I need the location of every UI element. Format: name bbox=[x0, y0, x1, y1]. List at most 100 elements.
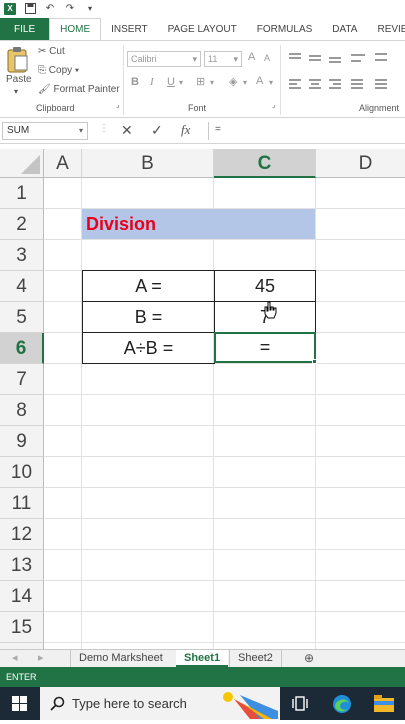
customize-toolbar-icon[interactable]: ▾ bbox=[84, 3, 96, 15]
sheet-tab-sheet2[interactable]: Sheet2 bbox=[229, 650, 282, 667]
paste-button[interactable]: Paste bbox=[6, 74, 32, 85]
bold-button[interactable]: B bbox=[131, 76, 139, 88]
tab-home[interactable]: HOME bbox=[49, 18, 102, 40]
grid-cell[interactable] bbox=[44, 302, 82, 333]
cell-c4[interactable]: 45 bbox=[214, 270, 316, 302]
tab-formulas[interactable]: FORMULAS bbox=[247, 18, 323, 40]
cell-b5[interactable]: B = bbox=[82, 301, 215, 333]
tab-insert[interactable]: INSERT bbox=[101, 18, 158, 40]
row-header-1[interactable]: 1 bbox=[0, 178, 44, 209]
clipboard-launcher-icon[interactable]: ⌟ bbox=[116, 101, 119, 109]
alignment-buttons[interactable] bbox=[287, 49, 405, 99]
sheet-tab-demo-marksheet[interactable]: Demo Marksheet bbox=[70, 650, 171, 667]
select-all-corner[interactable] bbox=[0, 149, 44, 178]
fill-color-icon[interactable]: ◈ bbox=[229, 75, 237, 88]
column-header-a[interactable]: A bbox=[44, 149, 82, 178]
grow-font-icon[interactable]: A bbox=[248, 51, 255, 63]
grid-cell[interactable] bbox=[82, 426, 214, 457]
grid-cell[interactable] bbox=[316, 426, 405, 457]
task-view-icon[interactable] bbox=[292, 696, 308, 716]
paste-icon[interactable] bbox=[6, 46, 30, 74]
grid-cell[interactable] bbox=[316, 395, 405, 426]
grid-cell[interactable] bbox=[44, 364, 82, 395]
grid-cell[interactable] bbox=[316, 488, 405, 519]
grid-cell[interactable] bbox=[214, 488, 316, 519]
grid-cell[interactable] bbox=[316, 271, 405, 302]
grid-cell[interactable] bbox=[82, 488, 214, 519]
grid-cell[interactable] bbox=[316, 209, 405, 240]
formula-input[interactable]: = bbox=[208, 122, 405, 140]
scroll-right-icon[interactable]: ▸ bbox=[30, 650, 52, 667]
grid-cell[interactable] bbox=[82, 178, 214, 209]
grid-cell[interactable] bbox=[82, 364, 214, 395]
grid-cell[interactable] bbox=[44, 488, 82, 519]
borders-icon[interactable]: ⊞ bbox=[196, 75, 205, 88]
row-header-8[interactable]: 8 bbox=[0, 395, 44, 426]
cell-b4[interactable]: A = bbox=[82, 270, 215, 302]
grid-cell[interactable] bbox=[82, 395, 214, 426]
shrink-font-icon[interactable]: A bbox=[264, 53, 270, 63]
grid-cell[interactable] bbox=[44, 550, 82, 581]
grid-cell[interactable] bbox=[82, 240, 214, 271]
grid-cell[interactable] bbox=[214, 395, 316, 426]
row-header-6[interactable]: 6 bbox=[0, 333, 44, 364]
column-header-b[interactable]: B bbox=[82, 149, 214, 178]
grid-cell[interactable] bbox=[44, 395, 82, 426]
grid-cell[interactable] bbox=[82, 550, 214, 581]
row-header-5[interactable]: 5 bbox=[0, 302, 44, 333]
grid-cell[interactable] bbox=[316, 581, 405, 612]
grid-cell[interactable] bbox=[214, 240, 316, 271]
grid-cell[interactable] bbox=[44, 426, 82, 457]
save-icon[interactable] bbox=[24, 3, 36, 15]
font-color-icon[interactable]: A bbox=[256, 75, 263, 87]
paste-dropdown-icon[interactable]: ▾ bbox=[14, 87, 18, 96]
font-launcher-icon[interactable]: ⌟ bbox=[272, 101, 275, 109]
grid-cell[interactable] bbox=[316, 457, 405, 488]
grid-cell[interactable] bbox=[214, 519, 316, 550]
grid-cell[interactable] bbox=[316, 333, 405, 364]
scroll-left-icon[interactable]: ◂ bbox=[4, 650, 26, 667]
cell-b6[interactable]: A÷B = bbox=[82, 332, 215, 364]
font-name-select[interactable]: Calibri ▾ bbox=[127, 51, 201, 67]
row-header-3[interactable]: 3 bbox=[0, 240, 44, 271]
grid-cell[interactable] bbox=[44, 240, 82, 271]
more-options-icon[interactable]: ⋮ bbox=[99, 123, 109, 134]
row-header-7[interactable]: 7 bbox=[0, 364, 44, 395]
font-size-select[interactable]: 11 ▾ bbox=[204, 51, 242, 67]
insert-function-icon[interactable]: fx bbox=[181, 122, 190, 138]
grid-cell[interactable] bbox=[44, 612, 82, 643]
row-header-4[interactable]: 4 bbox=[0, 271, 44, 302]
windows-start-icon[interactable] bbox=[12, 696, 27, 716]
tab-review[interactable]: REVIEW bbox=[367, 18, 405, 40]
redo-icon[interactable]: ↷ bbox=[64, 3, 76, 15]
row-header-12[interactable]: 12 bbox=[0, 519, 44, 550]
format-painter-button[interactable]: 🖌 Format Painter bbox=[38, 84, 120, 95]
grid-cell[interactable] bbox=[82, 519, 214, 550]
row-header-2[interactable]: 2 bbox=[0, 209, 44, 240]
grid-cell[interactable] bbox=[214, 550, 316, 581]
add-sheet-icon[interactable]: ⊕ bbox=[296, 650, 322, 667]
font-color-dropdown-icon[interactable]: ▾ bbox=[269, 78, 273, 87]
grid-cell[interactable] bbox=[316, 550, 405, 581]
italic-button[interactable]: I bbox=[150, 76, 154, 88]
grid-cell[interactable] bbox=[316, 240, 405, 271]
row-header-14[interactable]: 14 bbox=[0, 581, 44, 612]
grid-cell[interactable] bbox=[82, 612, 214, 643]
sheet-tab-sheet1[interactable]: Sheet1 bbox=[176, 650, 229, 667]
grid-cell[interactable] bbox=[316, 302, 405, 333]
grid-cell[interactable] bbox=[214, 178, 316, 209]
cell-c6-active[interactable]: = bbox=[214, 332, 316, 363]
grid-cell[interactable] bbox=[44, 581, 82, 612]
row-header-10[interactable]: 10 bbox=[0, 457, 44, 488]
tab-page-layout[interactable]: PAGE LAYOUT bbox=[158, 18, 247, 40]
row-header-15[interactable]: 15 bbox=[0, 612, 44, 643]
grid-cell[interactable] bbox=[82, 581, 214, 612]
grid-cell[interactable] bbox=[214, 364, 316, 395]
grid-cell[interactable] bbox=[44, 178, 82, 209]
grid-cell[interactable] bbox=[316, 519, 405, 550]
tab-data[interactable]: DATA bbox=[322, 18, 367, 40]
name-box[interactable]: SUM ▾ bbox=[2, 122, 88, 140]
row-header-13[interactable]: 13 bbox=[0, 550, 44, 581]
grid-cell[interactable] bbox=[316, 612, 405, 643]
cancel-icon[interactable]: ✕ bbox=[121, 122, 133, 139]
